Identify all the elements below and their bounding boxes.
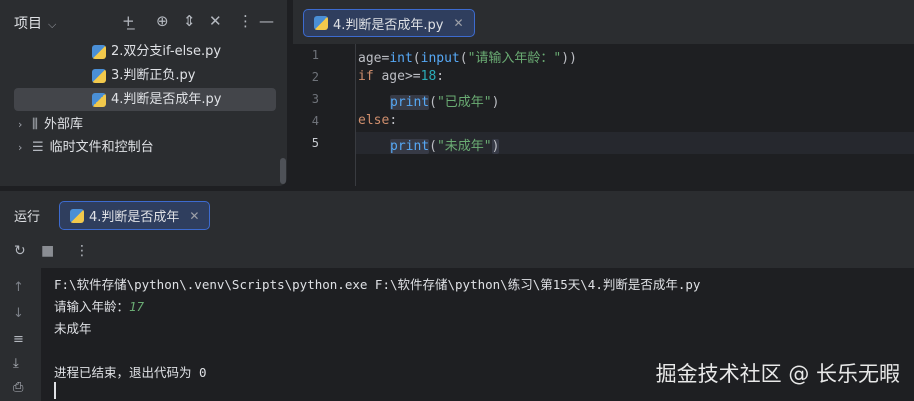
gutter-divider — [355, 44, 356, 186]
console-side-toolbar: ↑ ↓ ≡ ⤓ ⎙ — [0, 268, 41, 401]
python-file-icon — [92, 45, 106, 59]
console-caret — [54, 382, 56, 399]
target-icon[interactable]: ⊕ — [156, 12, 169, 30]
python-file-icon — [92, 93, 106, 107]
add-icon[interactable]: +̲ — [122, 12, 135, 30]
tree-folder-scratches[interactable]: › ☰ 临时文件和控制台 — [18, 137, 154, 159]
run-tab-label: 4.判断是否成年 — [89, 210, 180, 225]
chevron-right-icon[interactable]: › — [18, 114, 32, 136]
console-command-line: F:\软件存储\python\.venv\Scripts\python.exe … — [54, 277, 701, 292]
collapse-all-icon[interactable]: ✕ — [209, 12, 222, 30]
soft-wrap-icon[interactable]: ≡ — [13, 332, 24, 347]
console-prompt: 请输入年龄： — [54, 299, 130, 314]
run-tab[interactable]: 4.判断是否成年 ✕ — [59, 201, 211, 230]
project-scrollbar[interactable] — [280, 158, 286, 184]
expand-all-icon[interactable]: ⇕ — [183, 12, 196, 30]
line-gutter: 1 2 3 4 5 — [293, 44, 355, 186]
code-line-3[interactable]: print("已成年") — [390, 91, 499, 110]
project-title[interactable]: 项目 ⌵ — [14, 13, 56, 33]
code-line-5[interactable]: print("未成年") — [390, 135, 500, 154]
code-line-2[interactable]: if age>=18: — [358, 69, 444, 84]
console-prompt-line: 请输入年龄：17 — [54, 296, 144, 315]
file-label: 3.判断正负.py — [111, 68, 196, 83]
arrow-down-icon[interactable]: ↓ — [13, 306, 24, 321]
line-number: 1 — [311, 48, 319, 62]
chevron-down-icon[interactable]: ⌵ — [48, 18, 56, 31]
scroll-to-end-icon[interactable]: ⤓ — [13, 356, 19, 371]
minimize-icon[interactable]: — — [259, 12, 274, 30]
line-number: 2 — [311, 70, 319, 84]
code-line-1[interactable]: age=int(input("请输入年龄：")) — [358, 47, 577, 66]
line-number: 3 — [311, 92, 319, 106]
tree-folder-external-libs[interactable]: › ⫼ 外部库 — [18, 114, 83, 136]
stop-icon[interactable]: ■ — [41, 243, 54, 259]
editor-tab[interactable]: 4.判断是否成年.py ✕ — [303, 9, 475, 37]
library-icon: ⫼ — [32, 117, 38, 132]
tree-file-3[interactable]: 3.判断正负.py — [92, 65, 195, 87]
folder-label: 外部库 — [43, 117, 83, 132]
console-output-line: 未成年 — [54, 321, 92, 336]
folder-label: 临时文件和控制台 — [49, 140, 154, 155]
tree-file-2[interactable]: 2.双分支if-else.py — [92, 41, 221, 63]
more-options-icon[interactable]: ⋮ — [75, 243, 89, 259]
arrow-up-icon[interactable]: ↑ — [13, 280, 24, 295]
code-line-4[interactable]: else: — [358, 113, 397, 128]
watermark: 掘金技术社区 @ 长乐无暇 — [655, 362, 900, 386]
python-file-icon — [70, 208, 84, 223]
python-file-icon — [92, 69, 106, 83]
close-icon[interactable]: ✕ — [453, 16, 463, 30]
rerun-icon[interactable]: ↻ — [14, 243, 26, 259]
print-icon[interactable]: ⎙ — [13, 380, 23, 395]
project-title-label: 项目 — [14, 16, 42, 32]
console-user-input: 17 — [129, 299, 145, 314]
scratches-icon: ☰ — [32, 140, 44, 155]
file-label: 2.双分支if-else.py — [111, 44, 222, 59]
console-exit-message: 进程已结束，退出代码为 0 — [54, 365, 207, 380]
more-options-icon[interactable]: ⋮ — [238, 12, 253, 30]
python-file-icon — [314, 16, 328, 30]
file-label: 4.判断是否成年.py — [111, 92, 222, 107]
editor-tab-label: 4.判断是否成年.py — [333, 17, 444, 33]
tree-file-4[interactable]: 4.判断是否成年.py — [92, 89, 221, 111]
line-number: 5 — [311, 136, 319, 150]
close-icon[interactable]: ✕ — [189, 209, 199, 223]
chevron-right-icon[interactable]: › — [18, 137, 32, 159]
run-panel-title: 运行 — [14, 210, 41, 225]
line-number: 4 — [311, 114, 319, 128]
